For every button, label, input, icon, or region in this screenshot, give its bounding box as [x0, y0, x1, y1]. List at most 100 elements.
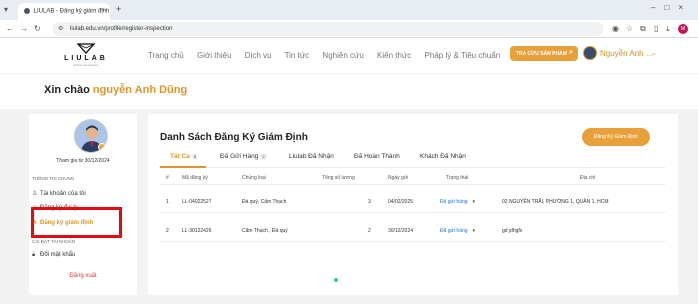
tab-menu-icon[interactable]: ▾ — [4, 5, 8, 14]
sent-date: 30/12/2024 — [388, 228, 414, 234]
gem-type: Đá quý, Cẩm Thạch — [242, 199, 287, 205]
status-dropdown[interactable]: Đã gửi hàng ▾ — [440, 228, 475, 234]
address: gd jdhgfx — [502, 228, 523, 234]
address-bar-row: ← → ↻ ⚙ liulab.edu.vn/profile/register-i… — [0, 20, 698, 38]
row-index: 1 — [166, 199, 169, 205]
table-row[interactable]: 1 LL-04022527 Đá quý, Cẩm Thạch 3 04/02/… — [160, 191, 666, 213]
site-header: LIULAB truth in gemstones Trang chủ Giới… — [0, 38, 698, 73]
nav-legal[interactable]: Pháp lý & Tiêu chuẩn — [425, 51, 501, 60]
browser-tab[interactable]: LIULAB - Đăng ký giám định × — [18, 3, 110, 20]
nav-about[interactable]: Giới thiệu — [197, 51, 232, 60]
table-row[interactable]: 2 LL-30122426 Cẩm Thạch , Đá quý 2 30/12… — [160, 220, 666, 242]
chevron-down-icon[interactable]: ⌄ — [651, 49, 657, 57]
column-header: Mã đăng ký — [182, 175, 208, 181]
tab-customer-received[interactable]: Khách Đã Nhận — [420, 153, 466, 160]
url-field[interactable]: ⚙ liulab.edu.vn/profile/register-inspect… — [52, 22, 604, 36]
user-avatar[interactable] — [583, 46, 597, 60]
diamond-logo-icon — [76, 43, 96, 54]
tabs-divider — [160, 167, 666, 168]
window-controls[interactable]: –□× — [651, 3, 692, 12]
row-index: 2 — [166, 228, 169, 234]
reload-icon[interactable]: ↻ — [34, 24, 41, 33]
profile-avatar-icon[interactable]: M — [678, 24, 688, 34]
registration-code: LL-30122426 — [182, 228, 212, 234]
tab-completed[interactable]: Đã Hoàn Thành — [354, 153, 400, 160]
tab-label: Khách Đã Nhận — [420, 153, 466, 160]
nav-news[interactable]: Tin tức — [285, 51, 310, 60]
nav-knowledge[interactable]: Kiến thức — [377, 51, 411, 60]
sidebar-item-change-password[interactable]: 🔒︎ Đổi mật khẩu — [32, 252, 75, 259]
status-label: Đã gửi hàng — [440, 199, 468, 205]
favicon-icon — [24, 8, 30, 14]
gem-type: Cẩm Thạch , Đá quý — [242, 228, 288, 234]
tab-count: 2 — [191, 153, 199, 160]
product-lookup-label: TRA CỨU SẢN PHẨM — [516, 51, 567, 57]
user-name-menu[interactable]: Nguyễn Anh ... — [600, 49, 652, 58]
logo-text: LIULAB — [64, 55, 108, 62]
camera-badge-icon[interactable] — [98, 143, 106, 151]
site-info-icon[interactable]: ⚙ — [58, 25, 63, 32]
section-account-label: CÀI ĐẶT TÀI KHOẢN — [32, 239, 76, 244]
tab-label: Đã Gửi Hàng — [220, 153, 259, 161]
status-dropdown[interactable]: Đã gửi hàng ▾ — [440, 199, 475, 205]
total-quantity: 3 — [368, 199, 371, 205]
tab-all[interactable]: Tất Cả 2 — [170, 153, 199, 161]
greeting-band: Xin chào nguyễn Anh Dũng — [0, 73, 698, 109]
eye-off-icon[interactable]: ◉ — [612, 24, 619, 33]
total-quantity: 2 — [368, 228, 371, 234]
caret-down-icon: ▾ — [472, 199, 476, 205]
tab-liulab-received[interactable]: Liulab Đã Nhận — [289, 153, 334, 160]
logout-link[interactable]: Đăng xuất — [29, 273, 137, 279]
section-general-label: THÔNG TIN CHUNG — [32, 176, 75, 181]
greeting: Xin chào nguyễn Anh Dũng — [44, 84, 187, 96]
lock-icon: 🔒︎ — [32, 252, 36, 258]
browser-tab-bar: ▾ LIULAB - Đăng ký giám định × + –□× — [0, 0, 698, 20]
inspection-list-panel: Danh Sách Đăng Ký Giám Định Đăng Ký Giám… — [148, 114, 678, 295]
column-header: Địa chỉ — [580, 175, 596, 181]
column-header: Tổng số lượng — [322, 175, 355, 181]
annotation-highlight-box — [31, 207, 122, 238]
close-tab-icon[interactable]: × — [101, 7, 105, 14]
tab-shipped[interactable]: Đã Gửi Hàng 2 — [220, 153, 267, 160]
sent-date: 04/02/2025 — [388, 199, 414, 205]
greeting-name: nguyễn Anh Dũng — [92, 84, 188, 96]
register-inspection-button[interactable]: Đăng Ký Giám Định — [582, 128, 650, 146]
column-header: Chủng loại — [242, 175, 266, 181]
registration-code: LL-04022527 — [182, 199, 212, 205]
profile-sidebar: Tham gia từ 30/12/2024 THÔNG TIN CHUNG ♙… — [29, 114, 137, 295]
active-tab-indicator — [160, 166, 206, 168]
new-tab-icon[interactable]: + — [116, 4, 121, 14]
profile-avatar[interactable] — [74, 119, 108, 153]
tab-count: 2 — [260, 153, 267, 160]
browser-tab-title: LIULAB - Đăng ký giám định — [33, 8, 110, 15]
extensions-icon[interactable]: ⧉ — [640, 24, 646, 34]
downloads-icon[interactable]: ⤓ — [666, 24, 670, 34]
sidebar-toggle-icon[interactable]: ▯ — [654, 24, 658, 33]
nav-home[interactable]: Trang chủ — [148, 51, 184, 60]
sidebar-item-label: Đổi mật khẩu — [40, 252, 76, 258]
search-icon: ⌕ — [569, 49, 573, 56]
joined-date: Tham gia từ 30/12/2024 — [56, 158, 110, 164]
tab-label: Tất Cả — [170, 153, 190, 161]
sidebar-item-my-account[interactable]: ♙ Tài khoản của tôi — [32, 190, 86, 197]
column-header: # — [166, 175, 169, 181]
table-header: # Mã đăng ký Chủng loại Tổng số lượng Ng… — [160, 171, 666, 185]
address: 02 NGUYỄN TRÃI, PHƯỜNG 1, QUẬN 1, HCM — [502, 199, 609, 205]
sidebar-item-label: Tài khoản của tôi — [40, 191, 86, 197]
nav-services[interactable]: Dịch vụ — [245, 51, 272, 60]
tab-label: Liulab Đã Nhận — [289, 153, 334, 160]
site-logo[interactable]: LIULAB truth in gemstones — [62, 42, 110, 70]
caret-down-icon: ▾ — [472, 228, 476, 234]
url-text: liulab.edu.vn/profile/register-inspectio… — [70, 26, 173, 32]
bookmark-star-icon[interactable]: ☆ — [626, 24, 633, 33]
tab-label: Đã Hoàn Thành — [354, 153, 400, 160]
main-nav: Trang chủ Giới thiệu Dịch vụ Tin tức Ngh… — [148, 51, 511, 60]
back-icon[interactable]: ← — [6, 24, 14, 33]
status-label: Đã gửi hàng — [440, 228, 468, 234]
product-lookup-button[interactable]: TRA CỨU SẢN PHẨM ⌕ — [510, 46, 578, 61]
nav-research[interactable]: Nghiên cứu — [322, 51, 363, 60]
column-header: Trạng thái — [446, 175, 469, 181]
logo-tagline: truth in gemstones — [73, 63, 99, 67]
forward-icon[interactable]: → — [20, 24, 28, 33]
greeting-prefix: Xin chào — [44, 84, 90, 96]
